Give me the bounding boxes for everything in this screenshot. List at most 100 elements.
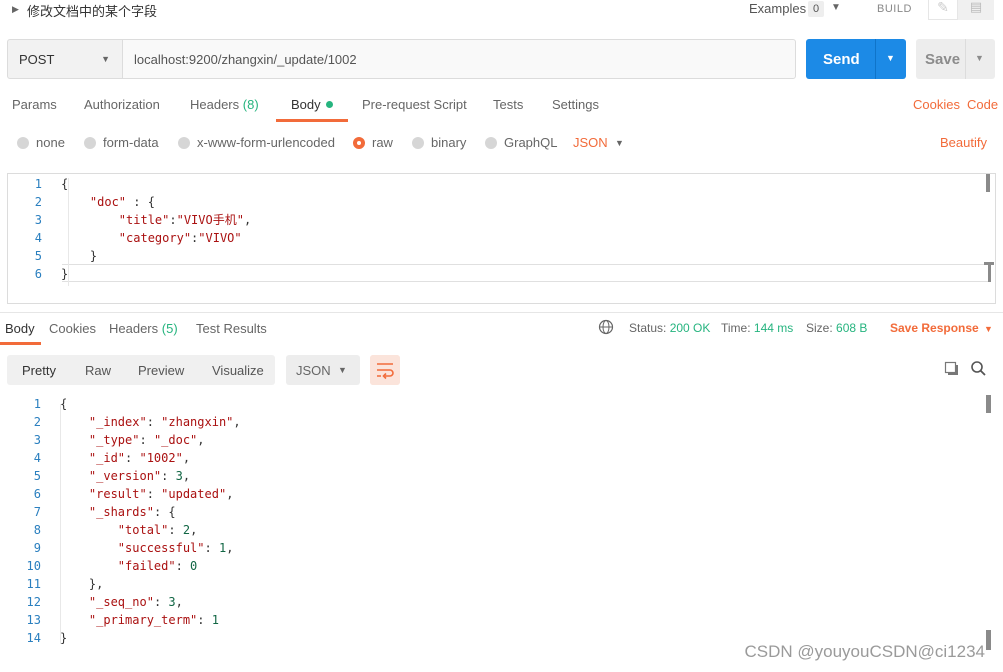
radio-form-data-label: form-data [103,135,159,150]
caret-right-icon[interactable]: ▶ [12,4,19,15]
active-tab-underline [276,119,348,122]
build-label[interactable]: BUILD [877,3,912,15]
chevron-down-icon[interactable]: ▼ [615,138,624,148]
response-code-line: }, [60,577,104,591]
body-format-select[interactable]: JSON [573,135,608,150]
request-code-line[interactable]: { [61,175,251,193]
request-code-line[interactable]: } [61,247,251,265]
request-title[interactable]: 修改文档中的某个字段 [27,1,157,20]
radio-graphql-label: GraphQL [504,135,558,150]
radio-binary[interactable]: binary [412,135,466,150]
cookies-link[interactable]: Cookies [913,97,960,112]
view-pretty[interactable]: Pretty [22,363,56,378]
radio-raw-label: raw [372,135,393,150]
response-line-number: 10 [26,559,41,573]
request-line-number: 2 [34,195,42,209]
body-indicator-dot [325,101,333,108]
examples-button[interactable]: Examples [749,1,806,16]
response-code-line: { [60,397,68,411]
view-visualize[interactable]: Visualize [212,363,264,378]
globe-icon[interactable] [598,319,614,335]
tab-authorization[interactable]: Authorization [84,97,160,112]
radio-urlencoded-label: x-www-form-urlencoded [197,135,335,150]
response-code-line: "result": "updated", [88,487,234,501]
request-code-line[interactable]: "doc" : { [61,193,251,211]
response-tab-headers[interactable]: Headers (5) [109,321,178,336]
response-code-line: "failed": 0 [117,559,198,573]
copy-icon[interactable] [944,361,960,377]
request-line-number: 6 [34,267,42,281]
response-line-number: 5 [33,469,41,483]
pane-divider[interactable] [0,312,1003,313]
tab-tests[interactable]: Tests [493,97,523,112]
tab-headers[interactable]: Headers (8) [190,97,259,112]
code-link[interactable]: Code [967,97,998,112]
beautify-link[interactable]: Beautify [940,135,987,150]
search-icon[interactable] [970,360,987,377]
tab-prerequest-script[interactable]: Pre-request Script [362,97,467,112]
response-code-line: "_version": 3, [88,469,191,483]
request-line-number: 1 [34,177,42,191]
radio-urlencoded[interactable]: x-www-form-urlencoded [178,135,335,150]
response-line-number: 8 [33,523,41,537]
radio-circle [485,136,497,149]
radio-circle-selected [353,136,365,149]
scrollbar-thumb[interactable] [986,174,990,192]
radio-circle [17,136,29,149]
radio-graphql[interactable]: GraphQL [485,135,557,150]
request-code-line[interactable]: "title":"VIVO手机", [61,211,251,229]
comment-icon[interactable]: ▤ [958,0,994,20]
url-input[interactable]: localhost:9200/zhangxin/_update/1002 [122,39,796,79]
view-preview[interactable]: Preview [138,363,184,378]
time-label: Time: [721,321,751,335]
radio-none[interactable]: none [17,135,65,150]
response-status: Status: 200 OK [629,321,710,335]
wrap-lines-icon[interactable] [370,355,400,385]
response-tab-body[interactable]: Body [5,321,35,336]
chevron-down-icon[interactable]: ▼ [975,53,984,63]
pencil-icon[interactable]: ✎ [928,0,958,20]
request-body-editor[interactable]: 1 2 3 4 5 6 { "doc" : { "title":"VIVO手机", "ca… [7,173,996,304]
response-code-line: "_type": "_doc", [88,433,205,447]
response-code-line: "successful": 1, [117,541,234,555]
radio-raw[interactable]: raw [353,135,393,150]
response-code-line: "total": 2, [117,523,198,537]
response-code: { "_index": "zhangxin", "_type": "_doc",… [60,395,241,647]
size-value: 608 B [836,321,868,335]
save-response-button[interactable]: Save Response [890,321,979,335]
save-button[interactable]: Save ▼ [916,39,995,79]
active-response-tab-underline [0,342,41,345]
response-line-number: 6 [33,487,41,501]
tab-headers-count: (8) [242,97,259,112]
request-code-line[interactable]: "category":"VIVO" [61,229,251,247]
response-tab-test-results[interactable]: Test Results [196,321,267,336]
tab-params[interactable]: Params [12,97,57,112]
send-button[interactable]: Send ▼ [806,39,906,79]
response-line-number: 1 [33,397,41,411]
chevron-down-icon[interactable]: ▼ [886,53,895,63]
response-line-number: 7 [33,505,41,519]
status-value: 200 OK [669,321,711,335]
send-label: Send [823,51,860,68]
response-code-line: "_shards": { [88,505,176,519]
tab-body[interactable]: Body [291,97,333,112]
request-code-line[interactable]: } [61,265,251,283]
chevron-down-icon[interactable]: ▼ [831,2,841,13]
view-raw[interactable]: Raw [85,363,111,378]
response-tab-headers-count: (5) [161,321,178,336]
watermark: CSDN @youyouCSDN@ci1234 [744,642,986,661]
time-value: 144 ms [753,321,794,335]
chevron-down-icon[interactable]: ▼ [984,324,993,334]
response-body-viewer[interactable]: 1 2 3 4 5 6 7 8 9 10 11 12 13 14 { "_index": "zhangxi… [0,392,1003,652]
request-code[interactable]: { "doc" : { "title":"VIVO手机", "category"… [61,175,251,283]
tab-settings[interactable]: Settings [552,97,599,112]
radio-circle [412,136,424,149]
response-format-select[interactable]: JSON ▼ [286,355,360,385]
method-select[interactable]: POST ▼ [7,39,123,79]
tab-headers-label: Headers [190,97,240,112]
scrollbar-thumb[interactable] [986,395,991,413]
url-value: localhost:9200/zhangxin/_update/1002 [134,52,357,67]
response-line-number: 4 [33,451,41,465]
response-tab-cookies[interactable]: Cookies [49,321,96,336]
radio-form-data[interactable]: form-data [84,135,159,150]
